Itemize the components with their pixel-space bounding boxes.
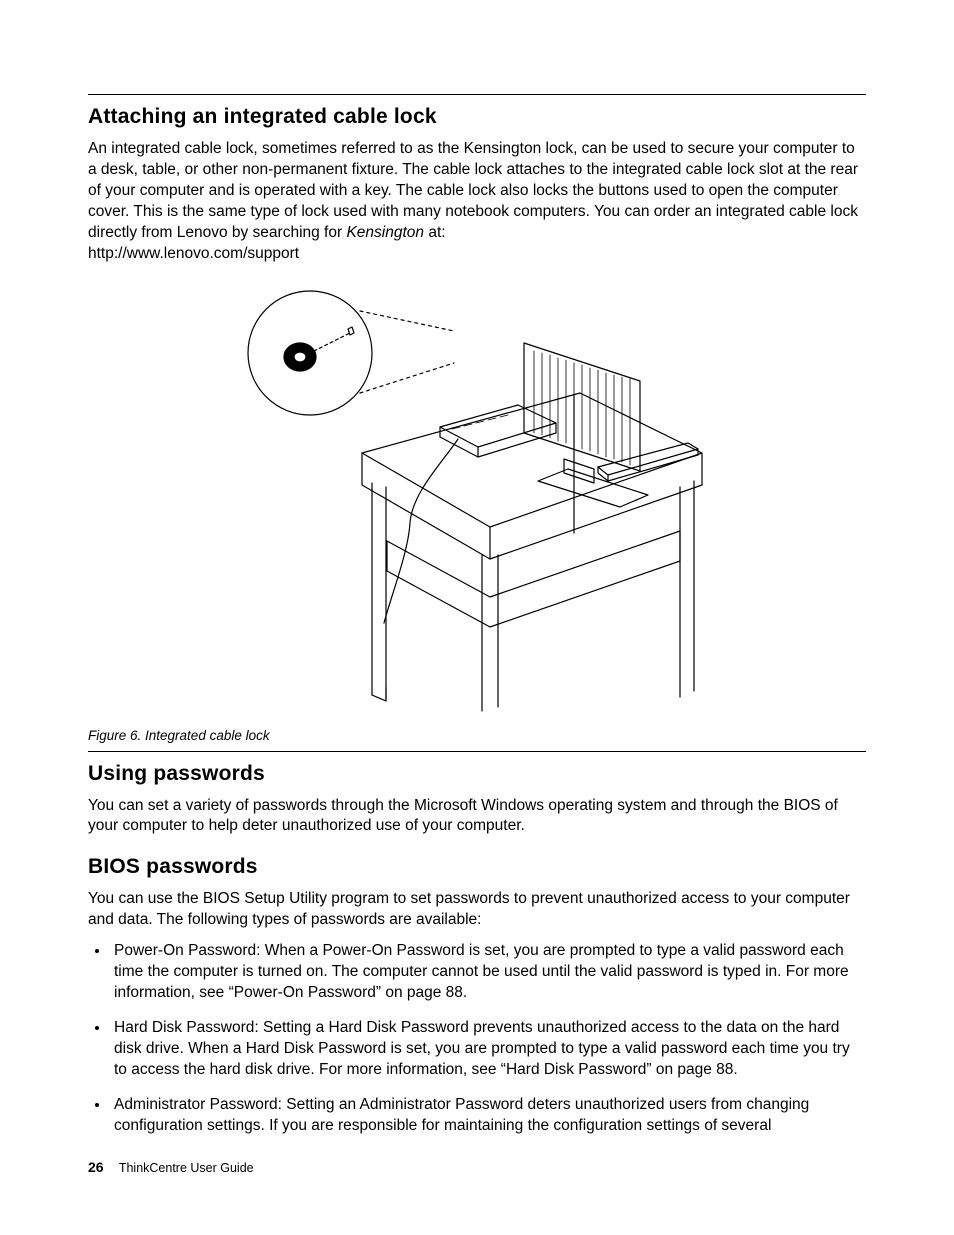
bios-password-list: Power-On Password: When a Power-On Passw… [88,941,866,1136]
document-page: Attaching an integrated cable lock An in… [0,0,954,1235]
text-url: http://www.lenovo.com/support [88,245,299,262]
heading-using-passwords: Using passwords [88,762,866,786]
text-run: An integrated cable lock, sometimes refe… [88,140,858,241]
list-item: Hard Disk Password: Setting a Hard Disk … [110,1018,866,1081]
paragraph-bios-passwords: You can use the BIOS Setup Utility progr… [88,889,866,931]
diagram-cable-lock-icon [242,283,712,713]
page-footer: 26 ThinkCentre User Guide [88,1159,254,1175]
section-rule [88,94,866,95]
list-item: Power-On Password: When a Power-On Passw… [110,941,866,1004]
list-item: Administrator Password: Setting an Admin… [110,1095,866,1137]
figure-integrated-cable-lock [88,283,866,718]
section-rule [88,751,866,752]
text-run: at: [424,224,446,241]
heading-attaching-cable-lock: Attaching an integrated cable lock [88,105,866,129]
figure-caption: Figure 6. Integrated cable lock [88,728,866,743]
heading-bios-passwords: BIOS passwords [88,855,866,879]
paragraph-using-passwords: You can set a variety of passwords throu… [88,796,866,838]
paragraph-cable-lock: An integrated cable lock, sometimes refe… [88,139,866,265]
page-number: 26 [88,1159,104,1175]
text-emphasis-kensington: Kensington [346,224,424,241]
book-title: ThinkCentre User Guide [119,1161,254,1175]
